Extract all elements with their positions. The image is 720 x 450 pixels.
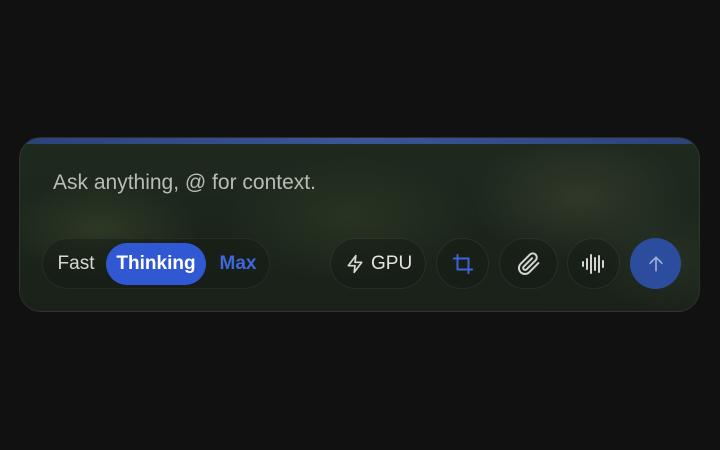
mode-thinking-option[interactable]: Thinking bbox=[106, 243, 206, 285]
gpu-label: GPU bbox=[371, 253, 413, 274]
gpu-button[interactable]: GPU bbox=[330, 238, 426, 289]
attach-button[interactable] bbox=[499, 238, 558, 289]
mode-selector: Fast Thinking Max bbox=[42, 238, 270, 289]
mode-max-option[interactable]: Max bbox=[211, 243, 265, 285]
crop-button[interactable] bbox=[436, 238, 489, 289]
audio-waveform-icon bbox=[581, 253, 604, 274]
arrow-up-icon bbox=[648, 255, 663, 271]
prompt-input[interactable] bbox=[53, 168, 653, 198]
lightning-bolt-icon bbox=[347, 254, 363, 274]
chat-composer: Fast Thinking Max GPU bbox=[19, 137, 700, 312]
crop-icon bbox=[452, 253, 473, 274]
send-button[interactable] bbox=[630, 238, 681, 289]
composer-top-accent bbox=[20, 138, 699, 144]
paperclip-icon bbox=[517, 251, 539, 275]
mode-fast-option[interactable]: Fast bbox=[51, 243, 101, 285]
voice-input-button[interactable] bbox=[567, 238, 620, 289]
